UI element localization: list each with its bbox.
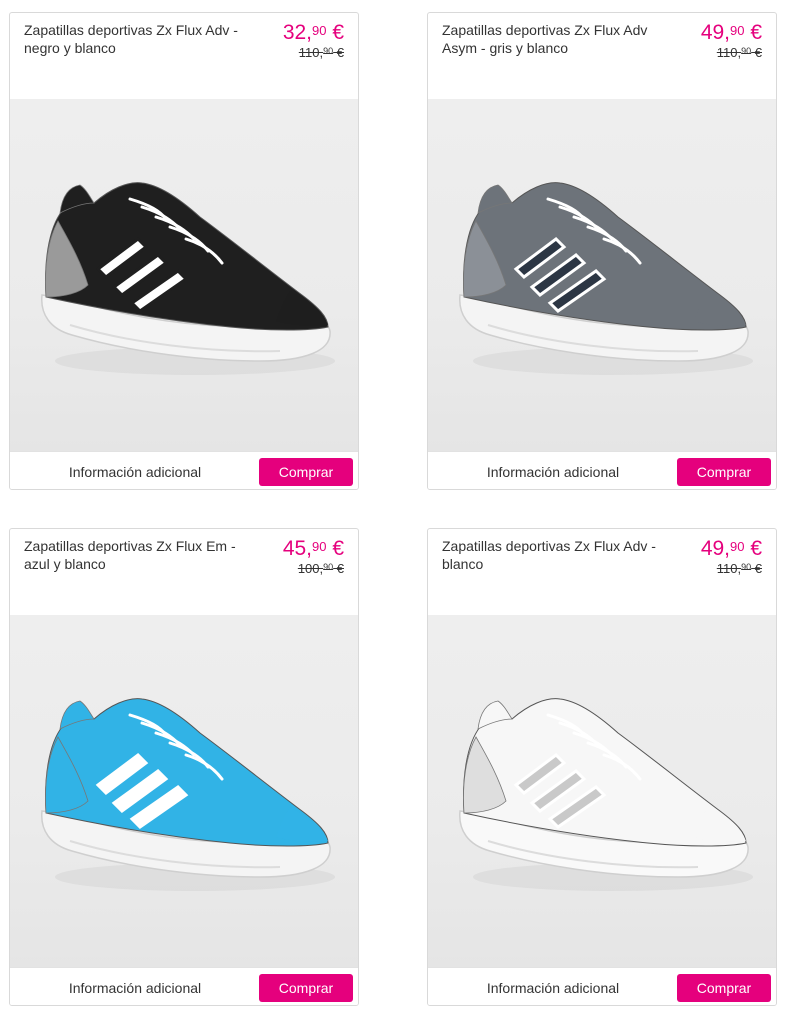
sneaker-illustration xyxy=(459,182,753,375)
current-price: 45,90 € xyxy=(282,537,344,560)
sneaker-illustration xyxy=(41,698,335,891)
card-footer: Información adicional Comprar xyxy=(10,967,358,1005)
card-footer: Información adicional Comprar xyxy=(428,967,776,1005)
buy-button[interactable]: Comprar xyxy=(677,974,771,1002)
original-price: 110,90 € xyxy=(716,561,762,576)
product-card: Zapatillas deportivas Zx Flux Adv - blan… xyxy=(427,528,777,1006)
more-info-link[interactable]: Información adicional xyxy=(10,968,260,1005)
buy-button[interactable]: Comprar xyxy=(677,458,771,486)
product-card: Zapatillas deportivas Zx Flux Adv - negr… xyxy=(9,12,359,490)
sneaker-illustration xyxy=(41,182,335,375)
current-price: 32,90 € xyxy=(282,21,344,44)
current-price: 49,90 € xyxy=(700,537,762,560)
product-title[interactable]: Zapatillas deportivas Zx Flux Adv - blan… xyxy=(442,537,662,573)
product-image[interactable] xyxy=(428,615,776,967)
original-price: 110,90 € xyxy=(716,45,762,60)
product-title[interactable]: Zapatillas deportivas Zx Flux Adv - negr… xyxy=(24,21,244,57)
card-footer: Información adicional Comprar xyxy=(428,451,776,489)
sneaker-illustration xyxy=(459,698,753,891)
product-card: Zapatillas deportivas Zx Flux Adv Asym -… xyxy=(427,12,777,490)
buy-button[interactable]: Comprar xyxy=(259,458,353,486)
more-info-link[interactable]: Información adicional xyxy=(428,968,678,1005)
buy-button[interactable]: Comprar xyxy=(259,974,353,1002)
product-card: Zapatillas deportivas Zx Flux Em - azul … xyxy=(9,528,359,1006)
original-price: 110,90 € xyxy=(298,45,344,60)
product-image[interactable] xyxy=(10,99,358,451)
product-title[interactable]: Zapatillas deportivas Zx Flux Adv Asym -… xyxy=(442,21,662,57)
current-price: 49,90 € xyxy=(700,21,762,44)
card-header: Zapatillas deportivas Zx Flux Adv Asym -… xyxy=(428,13,776,99)
card-header: Zapatillas deportivas Zx Flux Adv - blan… xyxy=(428,529,776,615)
card-footer: Información adicional Comprar xyxy=(10,451,358,489)
more-info-link[interactable]: Información adicional xyxy=(428,452,678,489)
card-header: Zapatillas deportivas Zx Flux Adv - negr… xyxy=(10,13,358,99)
product-image[interactable] xyxy=(428,99,776,451)
card-header: Zapatillas deportivas Zx Flux Em - azul … xyxy=(10,529,358,615)
product-image[interactable] xyxy=(10,615,358,967)
original-price: 100,90 € xyxy=(297,561,344,576)
product-title[interactable]: Zapatillas deportivas Zx Flux Em - azul … xyxy=(24,537,244,573)
more-info-link[interactable]: Información adicional xyxy=(10,452,260,489)
